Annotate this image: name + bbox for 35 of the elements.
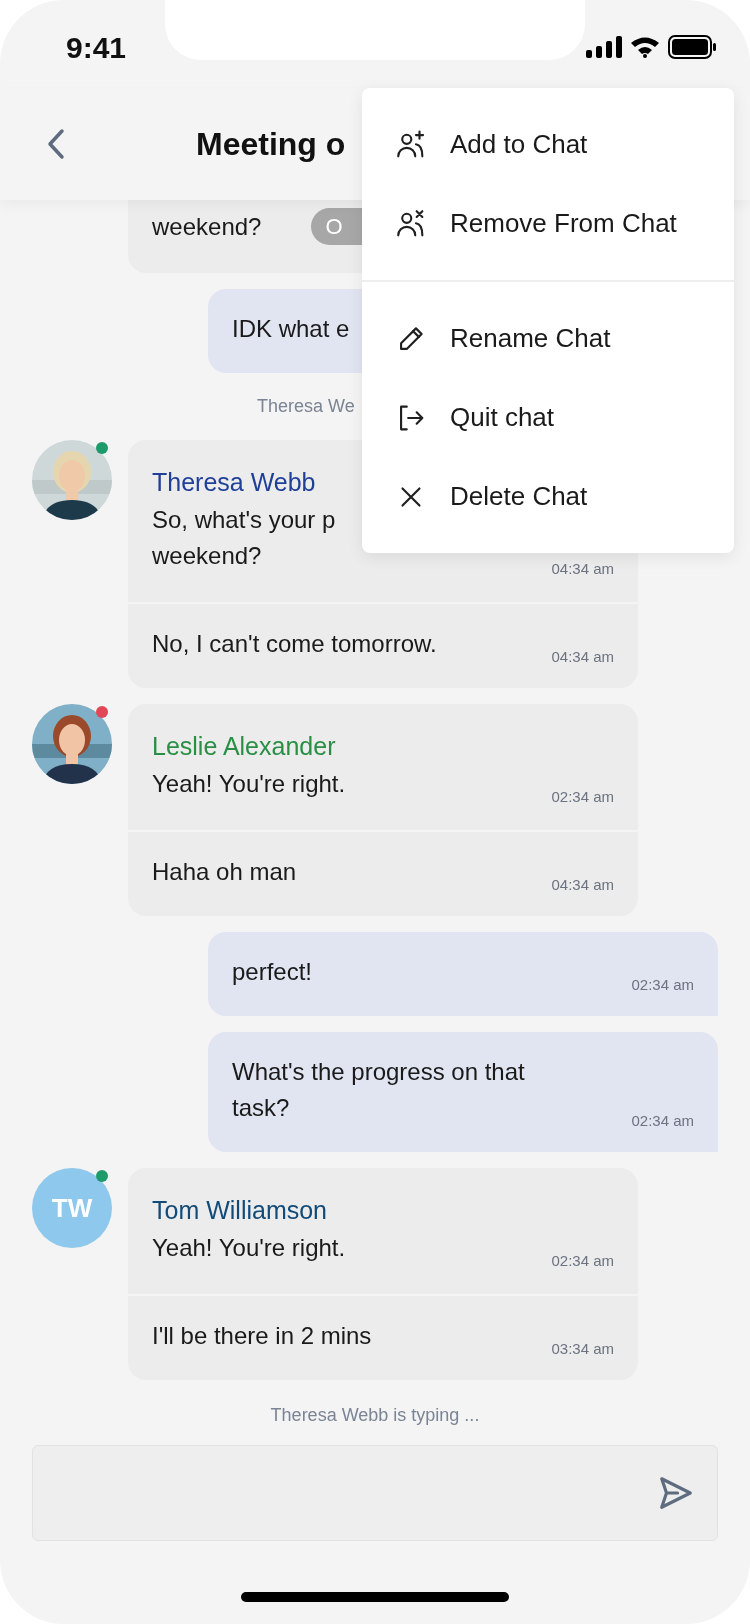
- status-time: 9:41: [66, 29, 127, 66]
- message-text: I'll be there in 2 mins: [152, 1321, 372, 1351]
- system-note: Theresa We: [257, 396, 355, 416]
- message-input[interactable]: [32, 1445, 718, 1541]
- sender-name: Leslie Alexander: [152, 731, 336, 762]
- menu-item[interactable]: Delete Chat: [362, 457, 734, 536]
- menu-item[interactable]: Rename Chat: [362, 299, 734, 378]
- message-text: No, I can't come tomorrow.: [152, 629, 437, 659]
- message-time: 02:34 am: [551, 1250, 614, 1271]
- message-text: IDK what e: [232, 314, 350, 344]
- message-time: 02:34 am: [631, 974, 694, 995]
- battery-icon: [668, 35, 716, 59]
- menu-item[interactable]: Add to Chat: [362, 105, 734, 184]
- avatar-initials: TW: [51, 1191, 93, 1225]
- message-time: 04:34 am: [551, 646, 614, 667]
- message-text: Yeah! You're right.: [152, 1233, 346, 1263]
- sender-name: Theresa Webb: [152, 467, 316, 498]
- chat-title: Meeting o: [196, 125, 346, 164]
- message-time: 02:34 am: [631, 1110, 694, 1131]
- signal-icon: [586, 36, 622, 58]
- wifi-icon: [630, 36, 660, 58]
- message-text: So, what's your p weekend?: [152, 505, 336, 571]
- send-icon[interactable]: [657, 1474, 695, 1512]
- message-text: Yeah! You're right.: [152, 769, 346, 799]
- message-text: perfect!: [232, 957, 313, 987]
- message-time: 02:34 am: [551, 786, 614, 807]
- message-text: What's the progress on that task?: [232, 1057, 525, 1123]
- sender-name: Tom Williamson: [152, 1195, 328, 1226]
- menu-item[interactable]: Quit chat: [362, 378, 734, 457]
- message-time: 04:34 am: [551, 558, 614, 579]
- message-text: Haha oh man: [152, 857, 297, 887]
- system-note: Theresa Webb is typing ...: [270, 1404, 480, 1427]
- message-time: 03:34 am: [551, 1338, 614, 1359]
- message-time: 04:34 am: [551, 874, 614, 895]
- message-text: weekend?: [152, 211, 262, 242]
